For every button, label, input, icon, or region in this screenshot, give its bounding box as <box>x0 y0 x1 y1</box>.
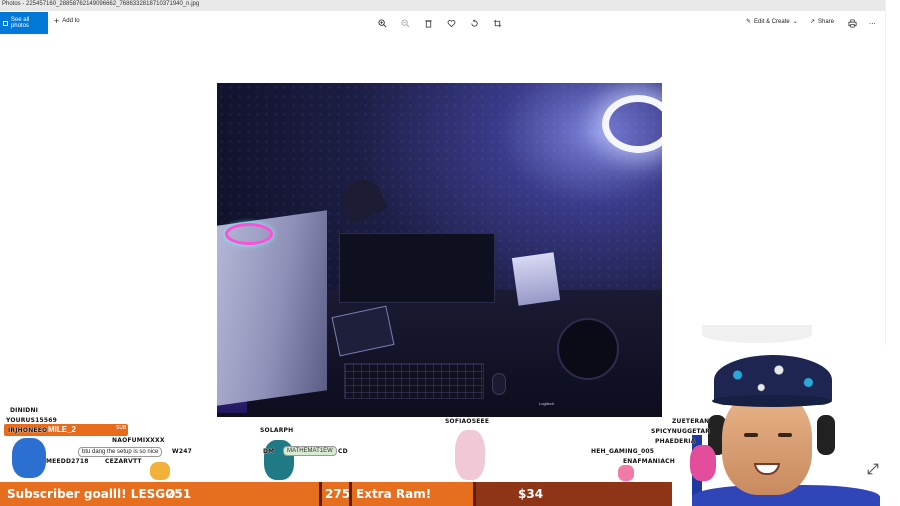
subscriber-goal-bar: Subscriber goalll! LESGO 251 275 Extra R… <box>0 482 672 506</box>
viewer-name: HEH_GAMING_005 <box>591 448 655 455</box>
rgb-fan <box>225 223 273 245</box>
viewer-avatar <box>455 430 485 480</box>
viewer-name: PHAEDERIA <box>655 438 696 445</box>
subscriber-name: MILE_2 <box>48 425 77 434</box>
viewer-name: DINIDNI <box>10 407 39 414</box>
goal-label: Subscriber goalll! LESGO <box>7 487 176 501</box>
headset-right <box>817 415 835 455</box>
screen: Photos - 225457160_28858762149096662_768… <box>0 0 900 506</box>
expand-icon[interactable] <box>867 463 879 475</box>
zoom-in-icon[interactable] <box>376 17 388 29</box>
chat-message: btu dang the setup is so nice <box>78 447 163 457</box>
share-label: Share <box>818 18 835 25</box>
chevron-down-icon: ⌄ <box>792 19 798 25</box>
viewer-name: SOLARPH <box>260 427 294 434</box>
viewer-avatar <box>618 465 634 481</box>
goal-divider <box>349 482 352 506</box>
crop-icon[interactable] <box>491 17 503 29</box>
mouse <box>492 373 506 395</box>
share-icon: ↗ <box>810 19 816 25</box>
snack-box <box>511 252 561 306</box>
more-options-button[interactable]: ... <box>869 17 876 26</box>
cap-brim <box>712 395 832 407</box>
viewer-name: SPICYNUGGETAR <box>651 428 711 435</box>
viewer-avatar <box>150 462 170 480</box>
goal-divider <box>473 482 476 506</box>
viewer-name: CEZARVTT <box>105 458 142 465</box>
see-all-photos-label: See all photos <box>10 17 30 29</box>
streamer-eye-right <box>778 433 792 437</box>
viewer-name: IRJHONEEO <box>8 427 48 434</box>
heart-icon[interactable] <box>445 17 457 29</box>
see-all-photos-button[interactable]: See all photos <box>0 12 48 34</box>
viewer-name: DM <box>263 448 275 455</box>
sub-tag: SUB <box>116 425 127 431</box>
window-edge <box>885 0 900 345</box>
goal-divider <box>319 482 322 506</box>
viewer-name: ENAFMANIACH <box>623 458 675 465</box>
edit-create-button[interactable]: ✎ Edit & Create ⌄ <box>746 18 798 26</box>
window-title: Photos - 225457160_28858762149096662_768… <box>2 1 200 7</box>
viewer-name: ZUETERAN <box>672 418 710 425</box>
edit-icon: ✎ <box>746 19 752 25</box>
photo-watermark: Logitech <box>539 401 555 406</box>
goal-current: 251 <box>166 487 192 501</box>
viewer-avatar <box>690 445 716 481</box>
next-goal-label: Extra Ram! <box>356 487 432 501</box>
viewer-avatar <box>12 438 46 478</box>
viewer-name: CD <box>338 448 348 455</box>
viewer-name: SOFIAOSEEE <box>445 418 490 425</box>
plus-icon: + <box>54 16 60 26</box>
photos-icon <box>3 20 8 26</box>
streamer-webcam <box>692 345 880 506</box>
rotate-icon[interactable] <box>468 17 480 29</box>
goal-amount: $34 <box>518 487 544 501</box>
print-icon[interactable] <box>846 17 858 29</box>
viewer-name: MEEDD2718 <box>46 458 89 465</box>
viewer-name: YOURUS15569 <box>6 417 57 424</box>
add-to-button[interactable]: + Add to <box>54 16 80 26</box>
zoom-out-icon[interactable] <box>399 17 411 29</box>
viewer-name: W247 <box>172 448 192 455</box>
monitor <box>339 233 495 303</box>
edit-create-label: Edit & Create <box>754 18 790 25</box>
microphone <box>557 318 619 380</box>
title-bar: Photos - 225457160_28858762149096662_768… <box>0 0 885 11</box>
keyboard <box>344 363 484 399</box>
delete-icon[interactable] <box>422 17 434 29</box>
goal-target: 275 <box>325 487 351 501</box>
streamer-eye-left <box>744 433 758 437</box>
displayed-photo[interactable]: Logitech <box>217 83 662 417</box>
viewer-name: NAOFUMIXXXX <box>112 437 165 444</box>
add-to-label: Add to <box>62 18 80 24</box>
side-shape <box>702 325 812 343</box>
photos-toolbar: See all photos + Add to ✎ Edit & Create … <box>0 11 885 36</box>
share-button[interactable]: ↗ Share <box>810 18 835 26</box>
chat-bubble: MATHEMAT1EW <box>283 446 337 456</box>
